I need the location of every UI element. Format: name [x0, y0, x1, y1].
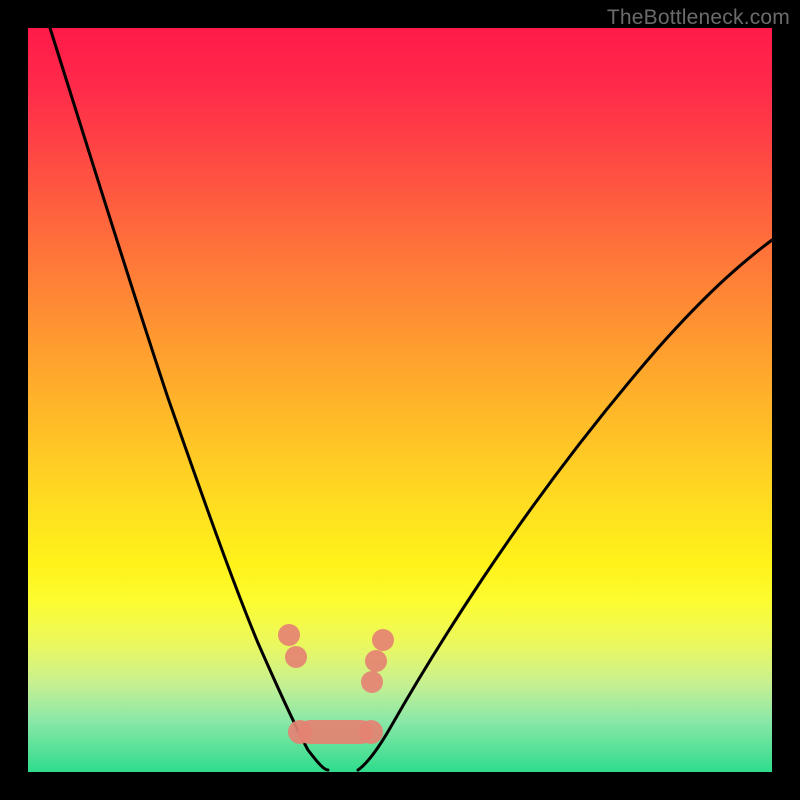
marker-dot: [285, 646, 307, 668]
marker-dot: [365, 650, 387, 672]
watermark-text: TheBottleneck.com: [607, 6, 790, 30]
marker-dot: [361, 671, 383, 693]
bottom-bar-end: [359, 720, 383, 744]
chart-svg: [28, 28, 772, 772]
marker-dot: [278, 624, 300, 646]
bottom-bar-end: [288, 720, 312, 744]
chart-area: [28, 28, 772, 772]
marker-dot: [372, 629, 394, 651]
right-curve: [358, 240, 772, 770]
